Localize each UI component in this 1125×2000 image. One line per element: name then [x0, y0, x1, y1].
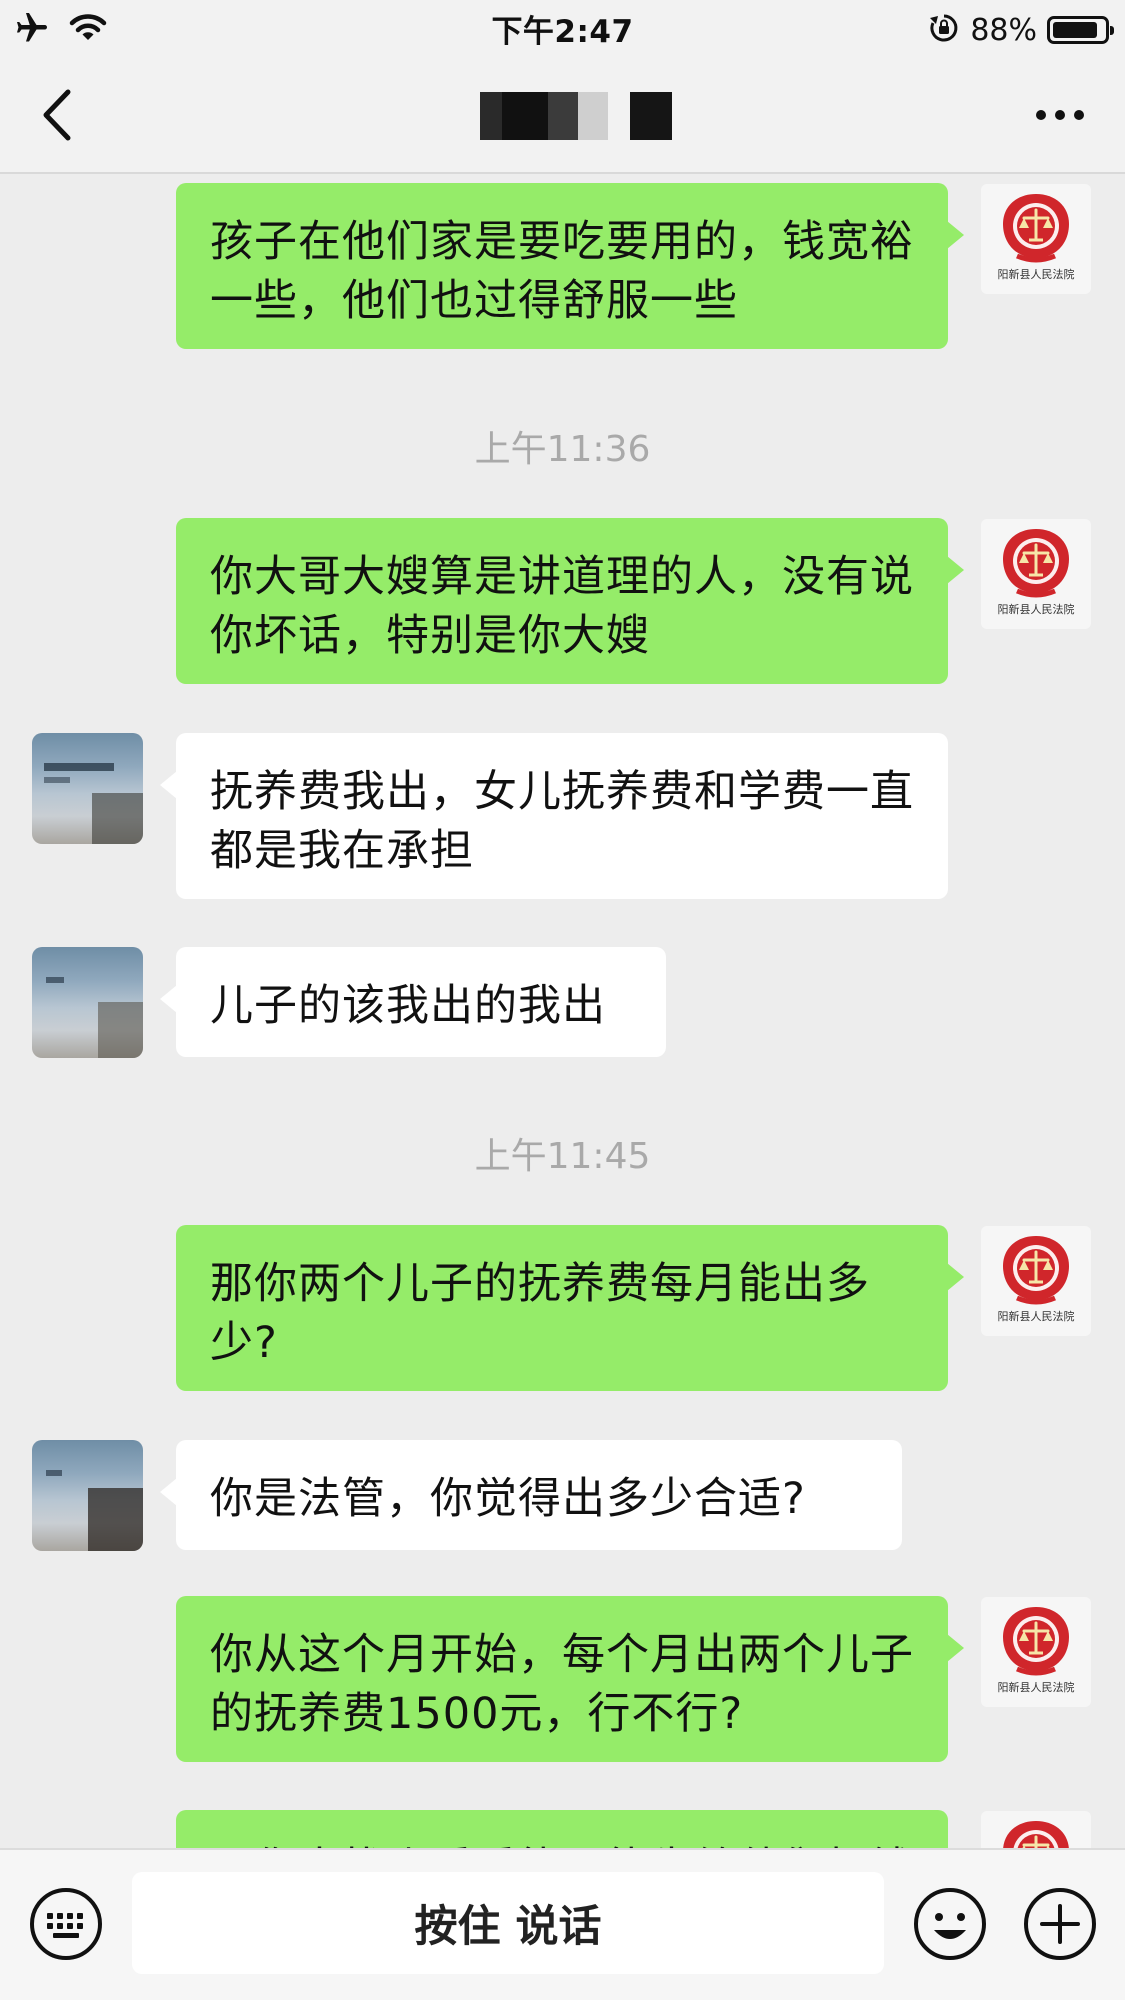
chat-message-list[interactable]: 孩子在他们家是要吃要用的，钱宽裕一些，他们也过得舒服一些 阳新县人民法院 上午1…: [0, 176, 1125, 1848]
contact-avatar[interactable]: [32, 733, 143, 844]
status-bar: 下午2:47 88%: [0, 0, 1125, 60]
outgoing-message-bubble[interactable]: 你大哥大嫂算是讲道理的人，没有说你坏话，特别是你大嫂: [176, 518, 964, 684]
court-avatar[interactable]: 阳新县人民法院: [981, 1811, 1091, 1848]
message-timestamp: 上午11:36: [474, 429, 651, 470]
contact-avatar[interactable]: [32, 1440, 143, 1551]
court-avatar-label: 阳新县人民法院: [997, 268, 1075, 281]
court-emblem-icon: [1003, 1236, 1069, 1305]
ellipsis-icon: [1036, 110, 1046, 120]
court-avatar[interactable]: 阳新县人民法院: [981, 184, 1091, 294]
court-avatar[interactable]: 阳新县人民法院: [981, 1226, 1091, 1336]
court-avatar[interactable]: 阳新县人民法院: [981, 1597, 1091, 1707]
outgoing-message-bubble[interactable]: 那你两个儿子的抚养费每月能出多少?: [176, 1225, 964, 1391]
court-avatar-label: 阳新县人民法院: [997, 1310, 1075, 1323]
court-avatar-label: 阳新县人民法院: [997, 603, 1075, 616]
hold-to-talk-button[interactable]: 按住 说话: [132, 1872, 884, 1974]
chevron-left-icon: [30, 89, 90, 154]
keyboard-toggle-button[interactable]: [28, 1886, 104, 1962]
redacted-contact-name: [480, 92, 672, 140]
outgoing-message-bubble-partial[interactable]: 那你去找张看看能不能先给他们打钱: [176, 1810, 948, 1848]
keyboard-icon: [28, 1888, 104, 1966]
court-emblem-icon: [1003, 529, 1069, 598]
battery-level: [1053, 22, 1097, 38]
more-button[interactable]: [1025, 90, 1095, 140]
battery-icon: [1047, 16, 1114, 44]
message-timestamp: 上午11:45: [474, 1136, 651, 1177]
outgoing-message-bubble[interactable]: 你从这个月开始，每个月出两个儿子的抚养费1500元，行不行?: [176, 1596, 964, 1762]
plus-icon: [1022, 1888, 1098, 1966]
back-button[interactable]: [30, 80, 90, 150]
court-emblem-icon: [1003, 1607, 1069, 1676]
court-emblem-icon: [1003, 194, 1069, 263]
status-right-icons: 88%: [928, 8, 1114, 52]
incoming-message-bubble[interactable]: 抚养费我出，女儿抚养费和学费一直都是我在承担: [160, 733, 948, 899]
rotation-lock-icon: [928, 12, 960, 48]
court-avatar[interactable]: 阳新县人民法院: [981, 519, 1091, 629]
outgoing-message-bubble[interactable]: 孩子在他们家是要吃要用的，钱宽裕一些，他们也过得舒服一些: [176, 183, 964, 349]
emoji-icon: [912, 1888, 988, 1966]
contact-avatar[interactable]: [32, 947, 143, 1058]
court-emblem-icon: [1003, 1821, 1069, 1848]
more-functions-button[interactable]: [1022, 1886, 1098, 1962]
emoji-button[interactable]: [912, 1886, 988, 1962]
input-bar: 按住 说话: [0, 1848, 1125, 2000]
navigation-bar: [0, 60, 1125, 174]
incoming-message-bubble[interactable]: 你是法管，你觉得出多少合适?: [160, 1440, 902, 1550]
court-avatar-label: 阳新县人民法院: [997, 1681, 1075, 1694]
incoming-message-bubble[interactable]: 儿子的该我出的我出: [160, 947, 666, 1057]
battery-percentage: 88%: [970, 12, 1037, 48]
